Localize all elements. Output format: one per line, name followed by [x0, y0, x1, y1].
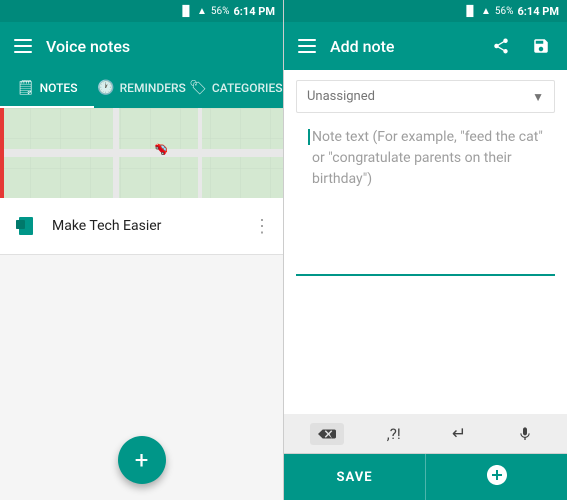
text-cursor	[308, 129, 310, 145]
note-title: Make Tech Easier	[52, 218, 241, 234]
tab-notes-label: Notes	[40, 81, 78, 95]
backspace-button[interactable]	[310, 423, 344, 445]
save-action-button[interactable]: SAVE	[284, 454, 426, 500]
tabs-bar: 🗒 Notes 🕐 Reminders 🏷 Categories	[0, 70, 283, 108]
tab-categories-label: Categories	[212, 81, 283, 95]
hamburger-menu[interactable]	[12, 37, 34, 55]
right-hamburger-menu[interactable]	[296, 37, 318, 55]
right-wifi-icon: ▲	[481, 6, 491, 17]
note-more-button[interactable]: ⋮	[253, 216, 271, 237]
category-dropdown[interactable]: Unassigned ▼	[296, 80, 555, 113]
enter-button[interactable]: ↵	[444, 420, 474, 448]
dropdown-selected-value: Unassigned	[307, 89, 375, 104]
keyboard-toolbar: ,?! ↵	[284, 414, 567, 454]
spacer	[284, 276, 567, 415]
bottom-action-bar: SAVE	[284, 454, 567, 500]
left-signal-icon: ▐▌	[179, 6, 193, 17]
punctuation-label: ,?!	[387, 425, 401, 443]
map-road-horizontal	[0, 149, 283, 157]
right-ham-line-1	[298, 39, 316, 41]
ham-line-2	[14, 45, 32, 47]
punctuation-button[interactable]: ,?!	[379, 421, 409, 447]
save-button[interactable]	[527, 32, 555, 60]
fab-container: +	[0, 255, 283, 500]
right-header: Add note	[284, 22, 567, 70]
right-battery-label: 56%	[495, 6, 514, 17]
right-signal-icon: ▐▌	[463, 6, 477, 17]
tab-reminders[interactable]: 🕐 Reminders	[94, 70, 188, 108]
left-wifi-icon: ▲	[197, 6, 207, 17]
left-status-bar: ▐▌ ▲ 56% 6:14 PM	[0, 0, 283, 22]
note-text-input[interactable]: Note text (For example, "feed the cat" o…	[296, 119, 555, 276]
categories-tab-icon: 🏷	[189, 80, 207, 96]
ham-line-1	[14, 39, 32, 41]
note-list-item[interactable]: Make Tech Easier ⋮	[0, 198, 283, 255]
add-circle-icon	[485, 463, 509, 487]
note-type-icon	[12, 212, 40, 240]
add-action-icon	[485, 463, 509, 492]
left-battery-label: 56%	[211, 6, 230, 17]
share-icon	[492, 37, 510, 55]
tab-categories[interactable]: 🏷 Categories	[189, 70, 283, 108]
notes-tab-icon: 🗒	[17, 80, 35, 96]
left-header-title: Voice notes	[46, 37, 271, 56]
map-road-vertical-2	[198, 108, 202, 198]
ham-line-3	[14, 51, 32, 53]
note-icon-svg	[15, 215, 37, 237]
note-placeholder-text: Note text (For example, "feed the cat" o…	[312, 127, 543, 190]
map-road-vertical-1	[113, 108, 119, 198]
left-header: Voice notes	[0, 22, 283, 70]
right-status-bar: ▐▌ ▲ 56% 6:14 PM	[284, 0, 567, 22]
map-area: 🚗	[0, 108, 283, 198]
right-time: 6:14 PM	[518, 5, 560, 18]
dropdown-arrow-icon: ▼	[532, 90, 544, 104]
right-ham-line-3	[298, 51, 316, 53]
backspace-icon	[318, 427, 336, 441]
left-panel: ▐▌ ▲ 56% 6:14 PM Voice notes 🗒 Notes 🕐 R…	[0, 0, 284, 500]
share-button[interactable]	[487, 32, 515, 60]
save-action-label: SAVE	[336, 470, 372, 485]
right-panel: ▐▌ ▲ 56% 6:14 PM Add note	[284, 0, 567, 500]
add-action-button[interactable]	[426, 454, 567, 500]
save-icon	[532, 37, 550, 55]
mic-icon	[517, 424, 533, 444]
right-ham-line-2	[298, 45, 316, 47]
map-red-bar	[0, 108, 4, 198]
header-action-icons	[487, 32, 555, 60]
add-note-fab[interactable]: +	[118, 436, 166, 484]
enter-icon: ↵	[452, 424, 466, 444]
reminders-tab-icon: 🕐	[97, 80, 114, 96]
add-note-header-title: Add note	[330, 37, 475, 56]
tab-reminders-label: Reminders	[120, 81, 186, 95]
mic-button[interactable]	[509, 420, 541, 448]
left-time: 6:14 PM	[234, 5, 276, 18]
tab-notes[interactable]: 🗒 Notes	[0, 70, 94, 108]
right-panel-body: Unassigned ▼ Note text (For example, "fe…	[284, 70, 567, 500]
